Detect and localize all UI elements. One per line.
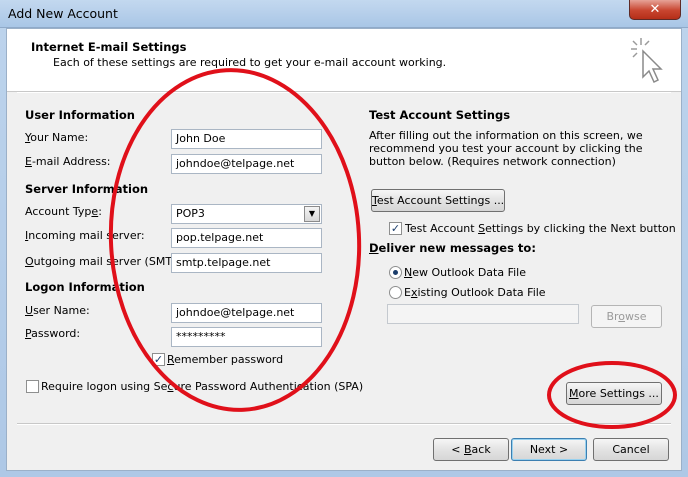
incoming-server-label: Incoming mail server: xyxy=(25,229,145,242)
account-type-dropdown[interactable]: POP3 ▼ xyxy=(171,204,322,224)
server-information-heading: Server Information xyxy=(25,182,149,196)
browse-button[interactable]: Browse xyxy=(591,305,662,328)
header-separator xyxy=(17,91,671,93)
existing-data-file-path-input[interactable] xyxy=(387,304,579,324)
spa-label[interactable]: Require logon using Secure Password Auth… xyxy=(41,380,363,393)
email-address-label: E-mail Address: xyxy=(25,155,111,168)
account-type-value: POP3 xyxy=(176,207,205,220)
header-subtitle: Each of these settings are required to g… xyxy=(53,56,447,69)
back-button[interactable]: < Back xyxy=(433,438,509,461)
window-frame: Internet E-mail Settings Each of these s… xyxy=(0,28,688,477)
window-title: Add New Account xyxy=(8,6,118,21)
your-name-label: Your Name: xyxy=(25,131,89,144)
test-account-settings-heading: Test Account Settings xyxy=(369,108,511,122)
existing-data-file-label[interactable]: Existing Outlook Data File xyxy=(404,286,546,299)
email-address-input[interactable]: johndoe@telpage.net xyxy=(171,154,322,174)
test-account-settings-button[interactable]: Test Account Settings ... xyxy=(371,189,505,212)
outgoing-server-label: Outgoing mail server (SMTP): xyxy=(25,255,187,268)
footer-separator xyxy=(17,423,671,425)
title-bar[interactable]: Add New Account ✕ xyxy=(0,0,688,28)
new-data-file-label[interactable]: New Outlook Data File xyxy=(404,266,526,279)
user-name-label: User Name: xyxy=(25,304,90,317)
new-data-file-radio[interactable] xyxy=(389,266,402,279)
radio-selected-dot xyxy=(393,270,398,275)
auto-test-label[interactable]: Test Account Settings by clicking the Ne… xyxy=(405,222,676,235)
close-button[interactable]: ✕ xyxy=(629,0,681,20)
header-panel: Internet E-mail Settings Each of these s… xyxy=(7,29,681,92)
remember-password-label[interactable]: Remember password xyxy=(167,353,283,366)
cancel-button[interactable]: Cancel xyxy=(593,438,669,461)
account-type-label: Account Type: xyxy=(25,205,102,218)
password-label: Password: xyxy=(25,327,81,340)
logon-information-heading: Logon Information xyxy=(25,280,145,294)
existing-data-file-radio[interactable] xyxy=(389,286,402,299)
dialog-body: Internet E-mail Settings Each of these s… xyxy=(6,28,682,471)
spa-checkbox[interactable] xyxy=(26,380,39,393)
header-title: Internet E-mail Settings xyxy=(31,40,187,54)
your-name-input[interactable]: John Doe xyxy=(171,129,322,149)
test-description: After filling out the information on thi… xyxy=(369,129,643,168)
remember-password-checkbox[interactable]: ✓ xyxy=(152,353,165,366)
chevron-down-icon[interactable]: ▼ xyxy=(304,206,320,222)
auto-test-checkbox[interactable]: ✓ xyxy=(389,222,402,235)
next-button[interactable]: Next > xyxy=(511,438,587,461)
more-settings-button[interactable]: More Settings ... xyxy=(566,382,662,405)
incoming-server-input[interactable]: pop.telpage.net xyxy=(171,228,322,248)
outgoing-server-input[interactable]: smtp.telpage.net xyxy=(171,253,322,273)
user-name-input[interactable]: johndoe@telpage.net xyxy=(171,303,322,323)
deliver-messages-heading: Deliver new messages to: xyxy=(369,241,536,255)
user-information-heading: User Information xyxy=(25,108,135,122)
mouse-pointer-icon xyxy=(631,38,663,84)
add-new-account-window: Add New Account ✕ Internet E-mail Settin… xyxy=(0,0,688,477)
password-input[interactable]: ********* xyxy=(171,327,322,347)
